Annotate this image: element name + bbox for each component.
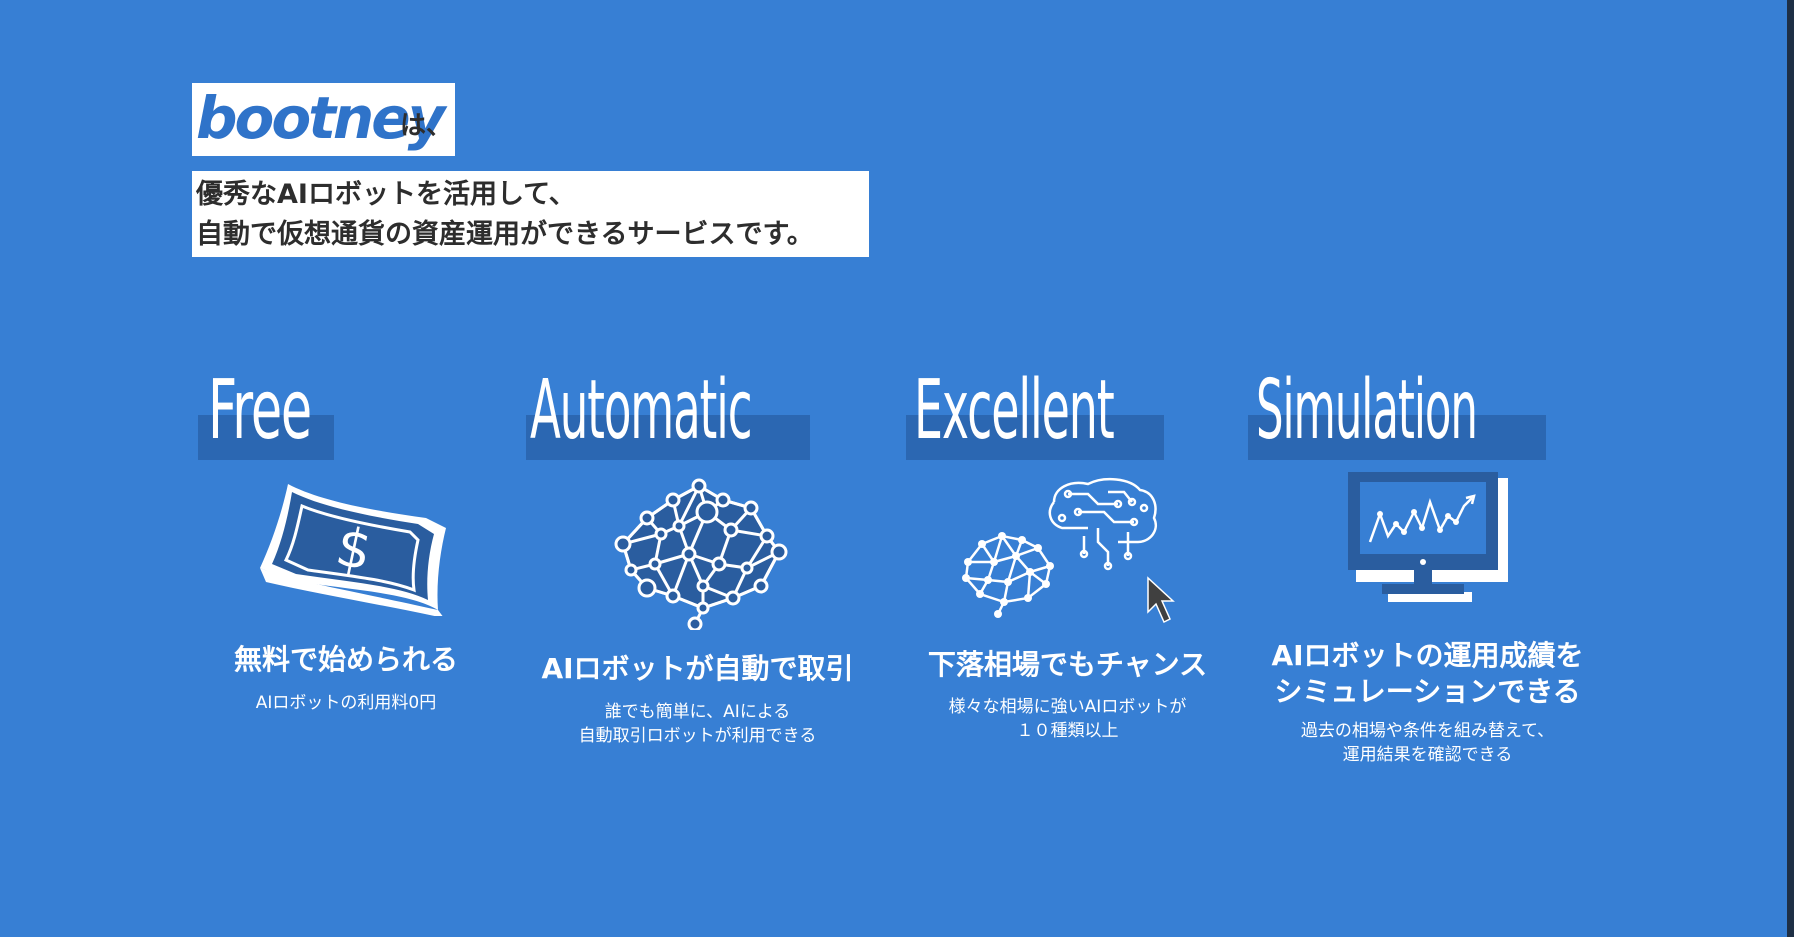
window-edge — [1787, 0, 1794, 937]
ai-brain-network-icon — [614, 478, 788, 630]
feature-description-line-2: １０種類以上 — [1016, 721, 1119, 741]
logo-banner: bootney は、 — [192, 83, 455, 156]
feature-title-block: Free — [198, 365, 438, 460]
tagline-banner: 優秀なAIロボットを活用して、 自動で仮想通貨の資産運用ができるサービスです。 — [192, 171, 869, 257]
feature-description-line-2: 運用結果を確認できる — [1342, 745, 1513, 765]
feature-free: Free — [198, 365, 438, 460]
feature-description-line-1: 様々な相場に強いAIロボットが — [948, 697, 1187, 717]
tagline-line-1: 優秀なAIロボットを活用して、 — [196, 179, 576, 210]
monitor-chart-icon — [1348, 472, 1508, 602]
feature-title: Excellent — [914, 363, 1115, 458]
feature-simulation: Simulation — [1248, 365, 1548, 460]
tagline-line-2: 自動で仮想通貨の資産運用ができるサービスです。 — [196, 219, 814, 250]
feature-title-block: Automatic — [526, 365, 816, 460]
feature-title: Free — [208, 363, 312, 458]
feature-excellent: Excellent — [906, 365, 1166, 460]
feature-heading: 無料で始められる — [233, 643, 458, 676]
feature-title-block: Simulation — [1248, 365, 1548, 460]
feature-description-line-1: 誰でも簡単に、AIによる — [604, 702, 791, 722]
feature-title: Automatic — [530, 363, 752, 458]
brains-circuit-cursor-icon — [962, 477, 1175, 624]
feature-description-line-2: 自動取引ロボットが利用できる — [578, 726, 817, 746]
feature-heading: AIロボットが自動で取引 — [541, 652, 854, 685]
feature-automatic: Automatic — [526, 365, 816, 460]
feature-heading: 下落相場でもチャンス — [927, 648, 1208, 681]
feature-title-block: Excellent — [906, 365, 1166, 460]
logo-suffix: は、 — [400, 111, 453, 141]
feature-heading-line-2: シミュレーションできる — [1274, 675, 1581, 708]
feature-description: AIロボットの利用料0円 — [255, 693, 437, 713]
money-bill-icon: $ — [260, 484, 446, 616]
feature-description-line-1: 過去の相場や条件を組み替えて、 — [1300, 721, 1555, 741]
feature-heading-line-1: AIロボットの運用成績を — [1271, 639, 1584, 672]
feature-title: Simulation — [1256, 363, 1478, 458]
